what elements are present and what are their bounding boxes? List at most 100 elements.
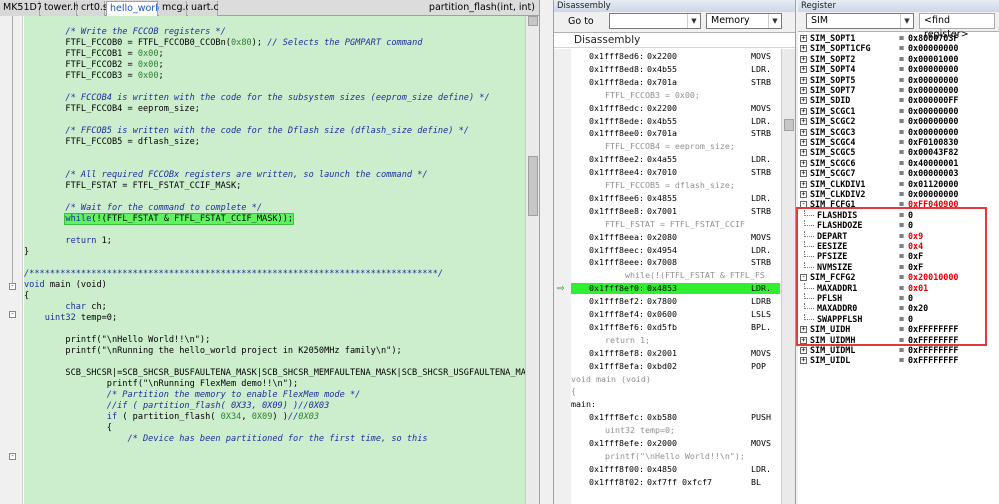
tab-mcg-c[interactable]: mcg.c: [159, 1, 191, 16]
expand-icon[interactable]: +: [800, 87, 807, 94]
disassembly-row[interactable]: 0x1fff8ef8: 0x2001 MOVS: [571, 348, 780, 359]
expand-icon[interactable]: +: [800, 55, 807, 63]
tab-tower-h[interactable]: tower.h: [41, 1, 79, 16]
expand-icon[interactable]: +: [800, 66, 807, 74]
disassembly-row[interactable]: 0x1fff8ee2: 0x4a55 LDR.: [571, 154, 780, 165]
disassembly-row[interactable]: 0x1fff8ede: 0x4b55 LDR.: [571, 116, 780, 127]
register-value[interactable]: 0xFFFFFFFF: [908, 345, 958, 356]
register-value[interactable]: 0x00000000: [908, 75, 958, 86]
expand-icon[interactable]: +: [800, 347, 807, 354]
source-line[interactable]: while(!(FTFL_FSTAT & FTFL_FS: [571, 270, 780, 281]
source-line[interactable]: return 1;: [571, 335, 780, 346]
tab-crt0-s[interactable]: crt0.s: [78, 1, 108, 16]
register-row[interactable]: + SIM_CLKDIV2 = 0x00000000: [798, 189, 999, 200]
expand-icon[interactable]: +: [800, 128, 807, 136]
register-value[interactable]: 0x00000000: [908, 189, 958, 200]
tab-hello-world-c[interactable]: hello_world.c: [106, 1, 172, 16]
disassembly-row[interactable]: 0x1fff8ee4: 0x7010 STRB: [571, 167, 780, 178]
disassembly-row[interactable]: 0x1fff8eea: 0x2080 MOVS: [571, 232, 780, 243]
register-value[interactable]: 0x00001000: [908, 54, 958, 65]
disassembly-row[interactable]: 0x1fff8ee8: 0x7001 STRB: [571, 206, 780, 217]
source-line[interactable]: FTFL_FCCOB4 = eeprom_size;: [571, 141, 780, 152]
register-value[interactable]: 0x01120000: [908, 179, 958, 190]
register-row[interactable]: + SIM_SOPT7 = 0x00000000: [798, 85, 999, 96]
disassembly-row[interactable]: 0x1fff8ee6: 0x4855 LDR.: [571, 193, 780, 204]
register-row[interactable]: + SIM_SCGC2 = 0x00000000: [798, 116, 999, 127]
tab-uart-c[interactable]: uart.c: [188, 1, 219, 16]
disassembly-row[interactable]: 0x1fff8ee0: 0x701a STRB: [571, 128, 780, 139]
register-row[interactable]: + SIM_SCGC3 = 0x00000000: [798, 127, 999, 138]
register-row[interactable]: + SIM_SCGC1 = 0x00000000: [798, 106, 999, 117]
register-row[interactable]: + SIM_UIDL = 0xFFFFFFFF: [798, 355, 999, 366]
disassembly-row[interactable]: 0x1fff8eec: 0x4954 LDR.: [571, 245, 780, 256]
expand-icon[interactable]: +: [800, 139, 807, 146]
chevron-down-icon[interactable]: ▼: [900, 14, 913, 28]
register-value[interactable]: 0x00000000: [908, 43, 958, 54]
expand-icon[interactable]: +: [800, 35, 807, 42]
disassembly-row[interactable]: 0x1fff8eda: 0x701a STRB: [571, 77, 780, 88]
register-row[interactable]: + SIM_SOPT2 = 0x00001000: [798, 54, 999, 65]
register-value[interactable]: 0x00000000: [908, 64, 958, 75]
disassembly-row[interactable]: 0x1fff8efe: 0x2000 MOVS: [571, 438, 780, 449]
disassembly-row[interactable]: 0x1fff8efa: 0xbd02 POP: [571, 361, 780, 372]
disassembly-row[interactable]: 0x1fff8ef4: 0x0600 LSLS: [571, 309, 780, 320]
source-line[interactable]: {: [571, 386, 780, 397]
source-line[interactable]: FTFL_FCCOB3 = 0x00;: [571, 90, 780, 101]
expand-icon[interactable]: +: [800, 118, 807, 126]
disassembly-row[interactable]: 0x1fff8ef6: 0xd5fb BPL.: [571, 322, 780, 333]
expand-icon[interactable]: +: [800, 97, 807, 105]
source-line[interactable]: FTFL_FCCOB5 = dflash_size;: [571, 180, 780, 191]
expand-icon[interactable]: +: [800, 159, 807, 167]
disassembly-row[interactable]: 0x1fff8efc: 0xb580 PUSH: [571, 412, 780, 423]
register-row[interactable]: + SIM_SDID = 0x000000FF: [798, 95, 999, 106]
editor-scrollbar[interactable]: [525, 16, 539, 504]
disassembly-row[interactable]: 0x1fff8ed8: 0x4b55 LDR.: [571, 64, 780, 75]
tab-mk51d7-h[interactable]: MK51D7.h: [0, 1, 52, 16]
disassembly-scrollbar[interactable]: [781, 49, 795, 504]
current-instruction-row[interactable]: 0x1fff8ef0: 0x4853 LDR.: [571, 283, 780, 295]
register-row[interactable]: + SIM_SOPT4 = 0x00000000: [798, 64, 999, 75]
register-value[interactable]: 0x00000000: [908, 85, 958, 96]
register-row[interactable]: + SIM_SCGC4 = 0xF0100830: [798, 137, 999, 148]
disassembly-row[interactable]: 0x1fff8edc: 0x2200 MOVS: [571, 103, 780, 114]
register-value[interactable]: 0x40000001: [908, 158, 958, 169]
chevron-down-icon[interactable]: ▼: [687, 14, 700, 28]
find-register-input[interactable]: <find register>: [919, 13, 995, 40]
goto-address-combo[interactable]: ▼: [609, 13, 701, 29]
register-value[interactable]: 0x00000000: [908, 116, 958, 127]
memory-view-select[interactable]: Memory ▼: [706, 13, 782, 29]
register-value[interactable]: 0x00043F82: [908, 147, 958, 158]
register-row[interactable]: + SIM_SCGC7 = 0x00000003: [798, 168, 999, 179]
scroll-up-arrow[interactable]: [528, 16, 538, 26]
disassembly-listing[interactable]: 0x1fff8ed6: 0x2200 MOVS 0x1fff8ed8: 0x4b55 LD…: [554, 49, 797, 504]
register-row[interactable]: + SIM_SCGC5 = 0x00043F82: [798, 147, 999, 158]
expand-icon[interactable]: +: [800, 191, 807, 198]
register-value[interactable]: 0x00000003: [908, 168, 958, 179]
source-line[interactable]: printf("\nHello World!!\n");: [571, 451, 780, 462]
symbol-label[interactable]: main:: [571, 399, 780, 410]
register-value[interactable]: 0x00000000: [908, 106, 958, 117]
expand-icon[interactable]: +: [800, 45, 807, 53]
fold-toggle-icon[interactable]: -: [9, 453, 16, 460]
disassembly-row[interactable]: 0x1fff8f00: 0x4850 LDR.: [571, 464, 780, 475]
function-selector[interactable]: partition_flash(int, int): [429, 1, 535, 15]
register-value[interactable]: 0x00000000: [908, 127, 958, 138]
disassembly-row[interactable]: 0x1fff8f02: 0xf7ff 0xfcf7 BL: [571, 477, 780, 488]
source-line[interactable]: FTFL_FSTAT = FTFL_FSTAT_CCIF: [571, 219, 780, 230]
register-value[interactable]: 0xFFFFFFFF: [908, 355, 958, 366]
register-value[interactable]: 0xF0100830: [908, 137, 958, 148]
register-value[interactable]: 0x000000FF: [908, 95, 958, 106]
expand-icon[interactable]: +: [800, 180, 807, 188]
register-row[interactable]: + SIM_SOPT1 = 0x8000703F: [798, 33, 999, 44]
fold-toggle-icon[interactable]: -: [9, 311, 16, 318]
register-row[interactable]: + SIM_SOPT1CFG = 0x00000000: [798, 43, 999, 54]
expand-icon[interactable]: +: [800, 149, 807, 157]
register-value[interactable]: 0x8000703F: [908, 33, 958, 44]
scroll-thumb[interactable]: [784, 119, 794, 131]
expand-icon[interactable]: +: [800, 357, 807, 365]
register-row[interactable]: + SIM_SCGC6 = 0x40000001: [798, 158, 999, 169]
register-row[interactable]: + SIM_UIDML = 0xFFFFFFFF: [798, 345, 999, 356]
register-row[interactable]: + SIM_CLKDIV1 = 0x01120000: [798, 179, 999, 190]
disassembly-row[interactable]: 0x1fff8eee: 0x7008 STRB: [571, 257, 780, 268]
expand-icon[interactable]: +: [800, 107, 807, 115]
